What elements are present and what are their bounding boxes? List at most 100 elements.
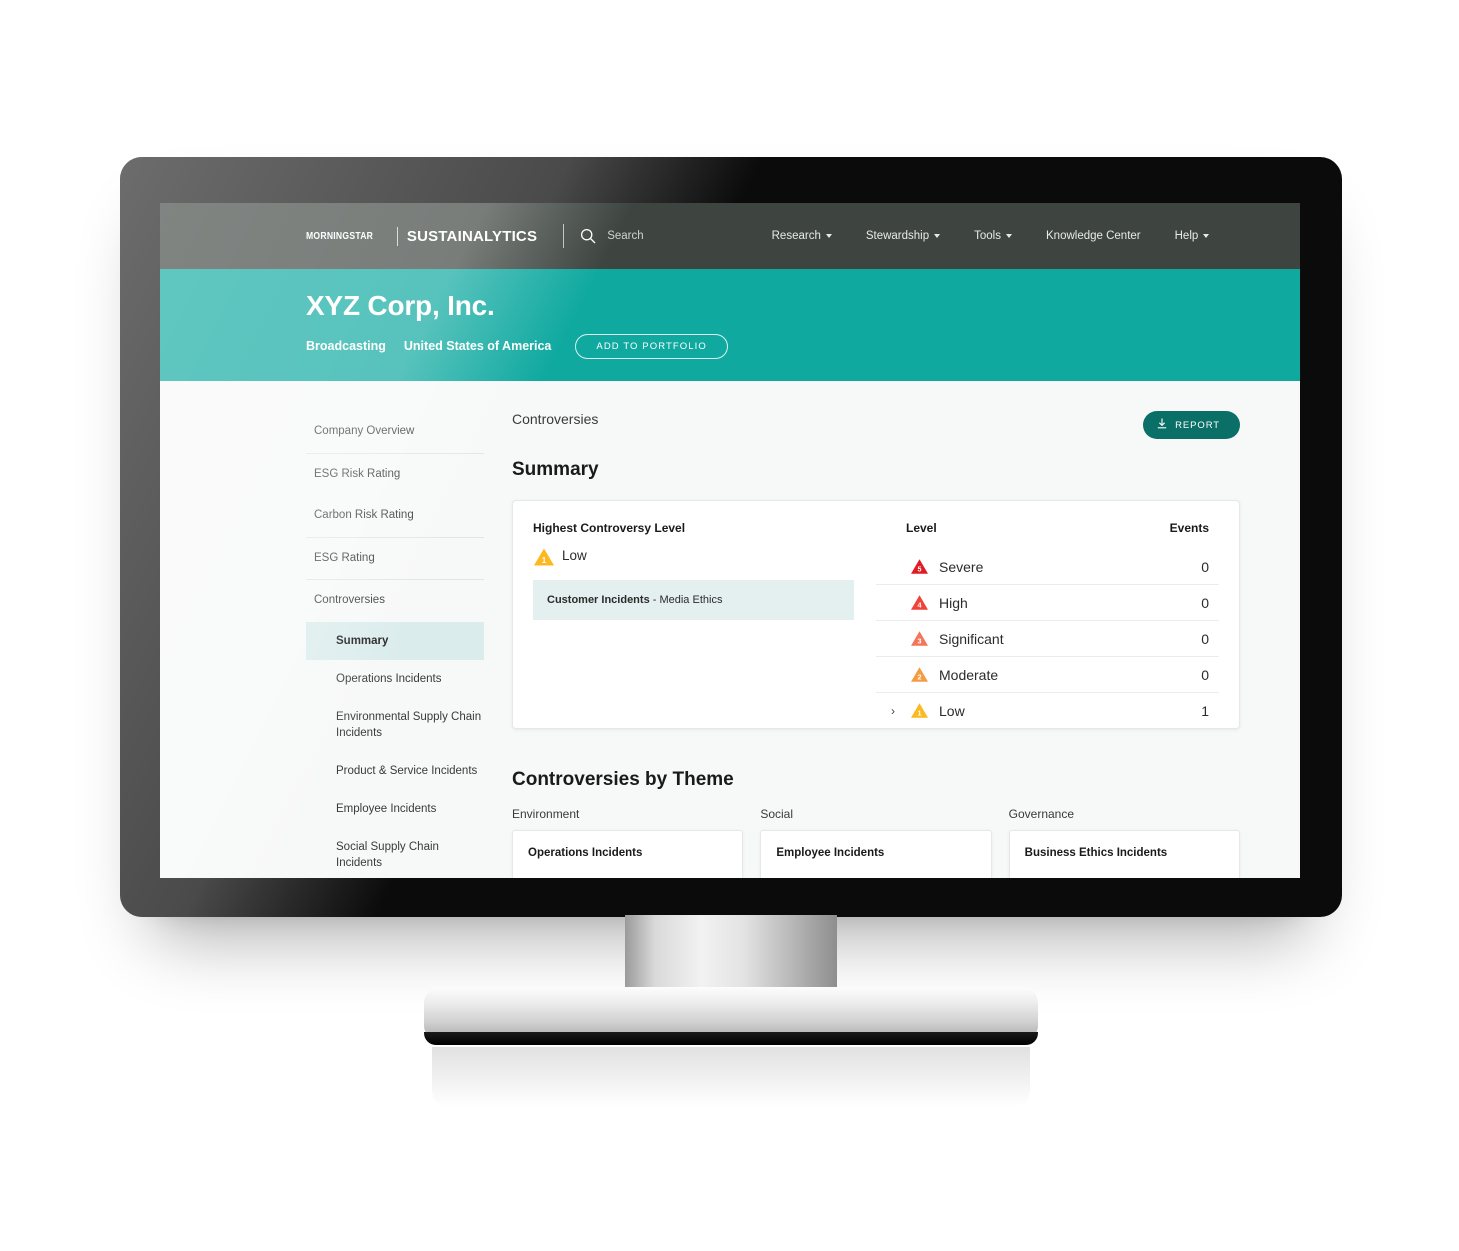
sidebar-navigation: Company Overview ESG Risk Rating Carbon … <box>306 411 494 878</box>
sidebar-item-esg-risk-rating[interactable]: ESG Risk Rating <box>306 454 484 496</box>
sidebar-item-esg-rating[interactable]: ESG Rating <box>306 538 484 581</box>
page-body: Company Overview ESG Risk Rating Carbon … <box>160 381 1300 878</box>
company-banner: XYZ Corp, Inc. Broadcasting United State… <box>160 269 1300 381</box>
table-row[interactable]: › 3 Significant 0 <box>876 620 1219 656</box>
level-events-count: 1 <box>1201 702 1209 719</box>
sidebar-subitem-employee-incidents[interactable]: Employee Incidents <box>306 790 484 828</box>
search-icon <box>580 228 596 244</box>
theme-label: Governance <box>1008 807 1075 821</box>
highest-controversy-incident[interactable]: Customer Incidents - Media Ethics <box>533 580 854 620</box>
themes-section-title: Controversies by Theme <box>512 769 734 790</box>
level-name: Severe <box>939 558 984 575</box>
table-row[interactable]: › 5 Severe 0 <box>876 549 1219 584</box>
main-content: Controversies REPORT Summary Highest Con… <box>494 411 1300 878</box>
theme-card[interactable]: Employee Incidents No evidence of releva… <box>760 830 992 878</box>
table-header-row: Level Events <box>876 521 1219 549</box>
incident-category: Customer Incidents <box>547 594 650 606</box>
nav-item-help-label: Help <box>1174 230 1199 242</box>
level-events-count: 0 <box>1201 666 1209 683</box>
nav-links: Research Stewardship Tools Knowledge Cen… <box>772 230 1210 242</box>
summary-card: Highest Controversy Level 1 Low Customer… <box>512 500 1240 729</box>
column-header-events: Events <box>1169 521 1209 535</box>
sidebar-subitem-summary[interactable]: Summary <box>306 621 484 660</box>
sidebar-subitem-environmental-supply-chain-incidents[interactable]: Environmental Supply Chain Incidents <box>306 698 484 752</box>
sidebar-subitem-social-supply-chain-incidents[interactable]: Social Supply Chain Incidents <box>306 828 484 878</box>
theme-label: Environment <box>512 807 580 821</box>
table-row[interactable]: › 2 Moderate 0 <box>876 656 1219 692</box>
nav-item-research[interactable]: Research <box>772 230 832 242</box>
nav-item-knowledge-center[interactable]: Knowledge Center <box>1046 230 1141 242</box>
level-events-count: 0 <box>1201 558 1209 575</box>
sidebar-item-controversies[interactable]: Controversies <box>306 580 484 622</box>
table-row[interactable]: › 1 Low 1 <box>876 692 1219 728</box>
svg-text:4: 4 <box>917 601 921 610</box>
theme-label: Social <box>760 807 794 821</box>
device-mockup-scene: MORNINGSTAR SUSTAINALYTICS Search Resear… <box>0 0 1459 1251</box>
level-name: Low <box>939 702 965 719</box>
page-title: XYZ Corp, Inc. <box>306 290 495 321</box>
sidebar-item-company-overview[interactable]: Company Overview <box>306 411 484 454</box>
search-input[interactable]: Search <box>607 230 643 242</box>
web-page: MORNINGSTAR SUSTAINALYTICS Search Resear… <box>160 203 1300 878</box>
level-name: Moderate <box>939 666 999 683</box>
highest-controversy-value: Low <box>562 548 587 563</box>
chevron-down-icon <box>1203 234 1210 238</box>
level-events-count: 0 <box>1201 594 1209 611</box>
level-name: Significant <box>939 630 1004 647</box>
nav-item-tools[interactable]: Tools <box>974 230 1012 242</box>
download-icon <box>1157 418 1167 432</box>
themes-row: Environment Operations Incidents No evid… <box>512 807 1240 878</box>
svg-text:3: 3 <box>917 637 921 646</box>
warning-triangle-1-icon: 1 <box>910 702 929 719</box>
svg-text:1: 1 <box>917 709 921 718</box>
theme-card[interactable]: Operations Incidents No evidence of rele… <box>512 830 744 878</box>
theme-card[interactable]: Business Ethics Incidents No evidence of… <box>1008 830 1240 878</box>
highest-controversy-value-row: 1 Low <box>533 547 854 566</box>
incident-separator: - <box>649 594 660 606</box>
monitor-screen: MORNINGSTAR SUSTAINALYTICS Search Resear… <box>160 203 1300 878</box>
warning-triangle-1-icon: 1 <box>533 547 554 566</box>
sidebar-subitem-operations-incidents[interactable]: Operations Incidents <box>306 660 484 698</box>
chevron-down-icon <box>1006 234 1012 238</box>
breadcrumb: Controversies <box>512 411 599 427</box>
main-header: Controversies REPORT <box>512 411 1240 439</box>
controversy-level-table: Level Events › 5 <box>876 501 1239 728</box>
morningstar-wordmark: MORNINGSTAR <box>306 230 374 242</box>
brand-divider <box>396 226 398 246</box>
highest-controversy-label: Highest Controversy Level <box>533 521 686 535</box>
nav-item-help[interactable]: Help <box>1175 230 1210 242</box>
brand-logo[interactable]: MORNINGSTAR SUSTAINALYTICS <box>306 226 538 246</box>
warning-triangle-2-icon: 2 <box>910 666 929 683</box>
add-to-portfolio-button[interactable]: ADD TO PORTFOLIO <box>575 333 728 359</box>
svg-text:5: 5 <box>917 565 921 574</box>
theme-card-title: Employee Incidents <box>776 847 885 859</box>
theme-card-title: Operations Incidents <box>528 847 643 859</box>
nav-item-stewardship[interactable]: Stewardship <box>865 230 941 242</box>
monitor-stand-base-edge <box>424 1032 1038 1045</box>
theme-column-governance: Governance Business Ethics Incidents No … <box>1008 807 1240 878</box>
company-country: United States of America <box>403 339 552 354</box>
nav-item-knowledge-center-label: Knowledge Center <box>1046 230 1141 242</box>
level-name: High <box>939 594 968 611</box>
nav-item-tools-label: Tools <box>974 230 1001 242</box>
chevron-down-icon <box>825 234 832 238</box>
report-button-label: REPORT <box>1175 419 1220 431</box>
expand-chevron-icon[interactable]: › <box>886 704 900 718</box>
theme-column-environment: Environment Operations Incidents No evid… <box>512 807 744 878</box>
sidebar-item-carbon-risk-rating[interactable]: Carbon Risk Rating <box>306 495 484 538</box>
warning-triangle-4-icon: 4 <box>910 594 929 611</box>
nav-item-stewardship-label: Stewardship <box>865 230 930 242</box>
level-events-count: 0 <box>1201 630 1209 647</box>
sustainalytics-wordmark: SUSTAINALYTICS <box>406 227 538 245</box>
company-industry: Broadcasting <box>306 339 386 354</box>
theme-column-social: Social Employee Incidents No evidence of… <box>760 807 992 878</box>
sidebar-subitem-product-service-incidents[interactable]: Product & Service Incidents <box>306 752 484 790</box>
report-download-button[interactable]: REPORT <box>1143 411 1240 439</box>
column-header-level: Level <box>906 521 937 535</box>
table-row[interactable]: › 4 High 0 <box>876 584 1219 620</box>
highest-controversy-panel: Highest Controversy Level 1 Low Customer… <box>513 501 876 728</box>
search-box[interactable]: Search <box>580 228 644 244</box>
top-navigation-bar: MORNINGSTAR SUSTAINALYTICS Search Resear… <box>160 203 1300 269</box>
warning-triangle-3-icon: 3 <box>910 630 929 647</box>
theme-card-title: Business Ethics Incidents <box>1024 847 1168 859</box>
